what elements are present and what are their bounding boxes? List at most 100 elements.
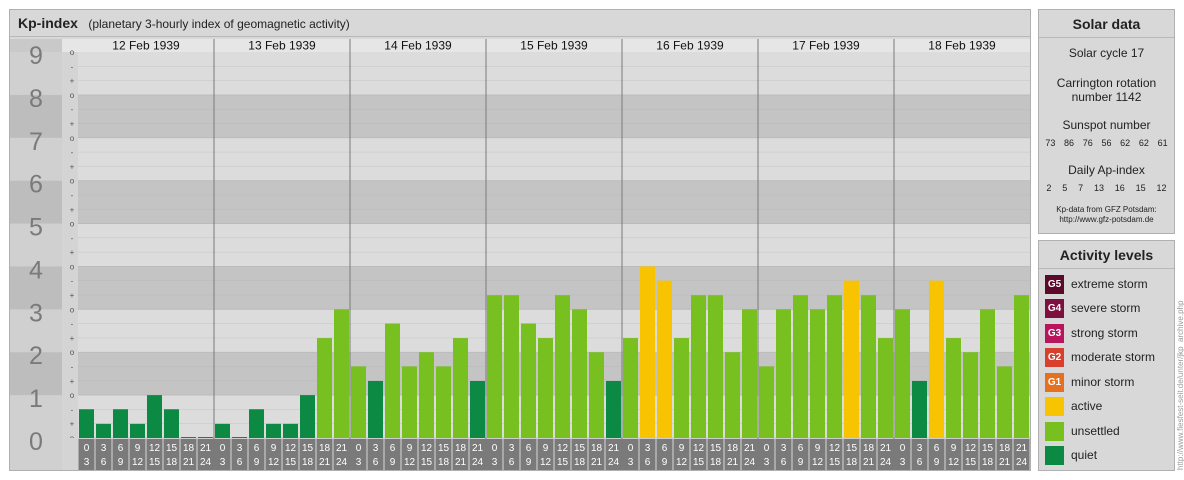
- x-interval-start: 3: [373, 443, 379, 454]
- sunspot-number: 61: [1157, 138, 1168, 148]
- x-interval-start: 0: [628, 443, 634, 454]
- kp-bar: [623, 338, 638, 438]
- x-interval-end: 9: [118, 457, 124, 468]
- x-interval-end: 6: [917, 457, 923, 468]
- x-interval-start: 9: [951, 443, 957, 454]
- y-tick-label: 1: [29, 385, 43, 413]
- kp-bar: [79, 409, 94, 438]
- x-interval-start: 0: [84, 443, 90, 454]
- kp-bar: [317, 338, 332, 438]
- kp-bar: [725, 352, 740, 438]
- x-interval-end: 6: [373, 457, 379, 468]
- day-label: 14 Feb 1939: [384, 39, 452, 53]
- legend-item-strong-storm: G3 strong storm: [1045, 323, 1138, 343]
- x-interval-start: 9: [679, 443, 685, 454]
- source-credit[interactable]: http://www.fiesfest-seit.de/unter/jkp_ar…: [1176, 301, 1184, 470]
- x-interval-start: 18: [863, 443, 875, 454]
- x-interval-end: 6: [781, 457, 787, 468]
- x-interval-start: 0: [764, 443, 770, 454]
- y-minor-tick: +: [70, 77, 75, 86]
- kp-bar: [606, 380, 621, 438]
- y-tick-label: 7: [29, 128, 43, 156]
- x-interval-start: 21: [200, 443, 212, 454]
- legend-swatch-g5: G5: [1045, 274, 1064, 294]
- y-minor-tick: o: [70, 391, 75, 400]
- x-interval-start: 18: [999, 443, 1011, 454]
- ap-value: 16: [1114, 183, 1125, 193]
- kp-bar: [555, 295, 570, 438]
- x-interval-end: 21: [319, 457, 331, 468]
- kp-bar: [147, 395, 162, 438]
- carrington-line-1: Carrington rotation: [1056, 76, 1157, 90]
- x-interval-end: 9: [934, 457, 940, 468]
- ap-value: 2: [1046, 183, 1052, 193]
- ap-value: 15: [1135, 183, 1146, 193]
- x-interval-start: 15: [438, 443, 450, 454]
- x-interval-end: 12: [404, 457, 416, 468]
- kp-band: [78, 52, 1030, 95]
- x-interval-start: 21: [608, 443, 620, 454]
- legend-item-unsettled: unsettled: [1045, 421, 1120, 441]
- x-interval-start: 3: [917, 443, 923, 454]
- ap-value: 13: [1093, 183, 1104, 193]
- y-minor-tick: +: [70, 119, 75, 128]
- kp-bar: [674, 338, 689, 438]
- x-interval-end: 3: [492, 457, 498, 468]
- day-label: 18 Feb 1939: [928, 39, 996, 53]
- sunspot-number: 56: [1101, 138, 1112, 148]
- kp-bar: [895, 309, 910, 438]
- y-minor-tick: o: [70, 48, 75, 57]
- y-tick-label: 4: [29, 256, 43, 284]
- solar-cycle: Solar cycle 17: [1068, 46, 1145, 60]
- x-interval-end: 18: [710, 457, 722, 468]
- x-interval-end: 21: [591, 457, 603, 468]
- kp-bar: [402, 366, 417, 438]
- x-interval-start: 15: [846, 443, 858, 454]
- legend-swatch-unsettled: [1045, 421, 1064, 441]
- kp-bar: [742, 309, 757, 438]
- kp-bar: [793, 295, 808, 438]
- kp-band: [78, 94, 1030, 138]
- kp-bar: [266, 423, 281, 438]
- x-interval-start: 9: [271, 443, 277, 454]
- kp-bar: [215, 423, 230, 438]
- kp-bar: [640, 266, 655, 438]
- x-interval-start: 21: [336, 443, 348, 454]
- x-interval-start: 12: [285, 443, 297, 454]
- x-interval-start: 6: [662, 443, 668, 454]
- gfz-credit-1: Kp-data from GFZ Potsdam:: [1056, 205, 1157, 214]
- x-interval-end: 24: [1016, 457, 1028, 468]
- x-interval-end: 12: [540, 457, 552, 468]
- x-interval-end: 15: [285, 457, 297, 468]
- x-interval-start: 6: [390, 443, 396, 454]
- legend-swatch-active: [1045, 396, 1064, 416]
- x-interval-end: 3: [764, 457, 770, 468]
- kp-bar: [368, 380, 383, 438]
- x-interval-end: 21: [455, 457, 467, 468]
- x-interval-end: 9: [254, 457, 260, 468]
- kp-band: [78, 137, 1030, 181]
- y-minor-tick: +: [70, 291, 75, 300]
- y-minor-tick: o: [70, 220, 75, 229]
- kp-bar: [470, 380, 485, 438]
- kp-band: [78, 223, 1030, 267]
- y-minor-tick: o: [70, 134, 75, 143]
- y-tick-label: 9: [29, 42, 43, 70]
- y-minor-tick: -: [71, 320, 74, 329]
- kp-bar: [453, 338, 468, 438]
- x-interval-start: 12: [421, 443, 433, 454]
- day-label: 12 Feb 1939: [112, 39, 180, 53]
- y-minor-tick: -: [71, 62, 74, 71]
- gfz-credit-2[interactable]: http://www.gfz-potsdam.de: [1039, 215, 1174, 225]
- y-minor-tick: +: [70, 162, 75, 171]
- x-interval-start: 0: [900, 443, 906, 454]
- sunspot-number: 76: [1082, 138, 1093, 148]
- kp-bar: [181, 437, 196, 438]
- x-interval-end: 12: [812, 457, 824, 468]
- x-interval-end: 21: [863, 457, 875, 468]
- x-interval-end: 12: [676, 457, 688, 468]
- x-interval-end: 9: [526, 457, 532, 468]
- x-interval-end: 9: [662, 457, 668, 468]
- x-interval-start: 9: [815, 443, 821, 454]
- chart-subtitle: (planetary 3-hourly index of geomagnetic…: [88, 17, 350, 31]
